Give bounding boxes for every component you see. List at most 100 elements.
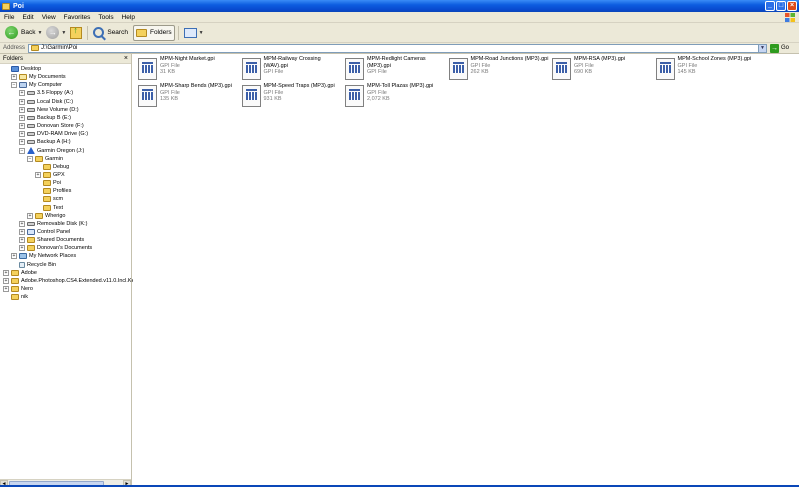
back-label: Back — [21, 29, 36, 36]
tree-node[interactable]: + Adobe.Photoshop.CS4.Extended.v11.0.Incl… — [3, 277, 153, 285]
tree-node[interactable]: + Shared Documents — [19, 236, 84, 244]
folder-icon — [31, 45, 40, 51]
chevron-down-icon[interactable]: ▼ — [199, 30, 204, 36]
tree-node[interactable]: Recycle Bin — [11, 261, 56, 269]
tree-node[interactable]: + Adobe — [3, 269, 37, 277]
file-meta: MPM-RSA (MP3).gpi GPI File 690 KB — [574, 56, 625, 82]
minimize-button[interactable]: _ — [765, 1, 775, 11]
recycle-bin-icon — [19, 261, 25, 268]
menu-help[interactable]: Help — [118, 14, 139, 21]
drive-icon — [27, 221, 35, 226]
tree-node[interactable]: + Donovan Store (F:) — [19, 122, 84, 130]
folders-pane-header: Folders × — [0, 54, 131, 64]
tree-node[interactable]: + Donovan's Documents — [19, 244, 92, 252]
close-icon[interactable]: × — [124, 55, 128, 62]
menu-edit[interactable]: Edit — [18, 14, 37, 21]
file-item[interactable]: MPM-Night Market.gpi GPI File 31 KB — [138, 56, 240, 82]
tree-node[interactable]: + Removable Disk (K:) — [19, 220, 87, 228]
expand-icon[interactable]: + — [19, 220, 25, 227]
tree-node[interactable]: + Backup A (H:) — [19, 138, 71, 146]
tree-node[interactable]: Debug — [35, 163, 69, 171]
folders-button[interactable]: Folders — [132, 24, 175, 41]
expand-icon[interactable]: + — [3, 286, 9, 293]
expand-icon[interactable]: + — [3, 277, 9, 284]
tree-node-label: Desktop — [21, 66, 42, 72]
menu-favorites[interactable]: Favorites — [60, 14, 95, 21]
tree-node[interactable]: Desktop — [3, 65, 41, 73]
chevron-down-icon[interactable]: ▼ — [758, 44, 767, 52]
menu-view[interactable]: View — [38, 14, 60, 21]
tree-node-label: Donovan Store (F:) — [37, 123, 84, 130]
network-icon — [19, 253, 27, 260]
expand-icon[interactable]: + — [27, 212, 33, 219]
tree-node[interactable]: − Garmin — [27, 155, 63, 163]
collapse-icon[interactable]: − — [11, 82, 17, 89]
chevron-down-icon[interactable]: ▼ — [61, 30, 66, 36]
menu-file[interactable]: File — [0, 14, 18, 21]
expand-icon[interactable]: + — [11, 253, 17, 260]
file-item[interactable]: MPM-School Zones (MP3).gpi GPI File 145 KB — [655, 56, 758, 82]
close-button[interactable]: × — [787, 1, 797, 11]
tree-node[interactable]: + New Volume (D:) — [19, 106, 79, 114]
file-item[interactable]: MPM-Speed Traps (MP3).gpi GPI File 931 KB — [241, 83, 344, 109]
tree-node[interactable]: + Control Panel — [19, 228, 70, 236]
up-folder-button[interactable] — [68, 25, 84, 41]
drive-icon — [27, 99, 35, 104]
tree-node[interactable]: Profiles — [35, 187, 71, 195]
tree-node-label: My Network Places — [29, 253, 77, 260]
go-button[interactable]: → Go — [770, 43, 789, 53]
maximize-button[interactable]: □ — [776, 1, 786, 11]
menu-tools[interactable]: Tools — [94, 14, 117, 21]
tree-node[interactable]: + Nero — [3, 285, 33, 293]
tree-node[interactable]: − Garmin Oregon (J:) — [19, 147, 84, 155]
views-button[interactable]: ▼ — [182, 25, 206, 41]
tree-node[interactable]: + Backup B (E:) — [19, 114, 71, 122]
expand-icon[interactable]: + — [19, 131, 25, 138]
tree-spacer — [35, 204, 41, 211]
back-button[interactable]: ← Back ▼ — [3, 25, 44, 41]
tree-node[interactable]: Text — [35, 204, 63, 212]
tree-node[interactable]: nik — [3, 293, 28, 301]
expand-icon[interactable]: + — [35, 171, 41, 178]
expand-icon[interactable]: + — [19, 245, 25, 252]
expand-icon[interactable]: + — [19, 123, 25, 130]
expand-icon[interactable]: + — [19, 106, 25, 113]
file-item[interactable]: MPM-Redlight Cameras (MP3).gpi GPI File — [345, 56, 447, 82]
expand-icon[interactable]: + — [19, 229, 25, 235]
tree-node[interactable]: − My Computer — [11, 81, 62, 89]
tree-node[interactable]: Poi — [35, 179, 61, 187]
tree-node[interactable]: + DVD-RAM Drive (G:) — [19, 130, 88, 138]
expand-icon[interactable]: + — [19, 90, 25, 97]
control-panel-icon — [27, 229, 35, 235]
file-item[interactable]: MPM-Road Junctions (MP3).gpi GPI File 262 … — [448, 56, 551, 82]
expand-icon[interactable]: + — [19, 237, 25, 244]
tree-node[interactable]: + Wherigo — [27, 212, 65, 220]
tree-spacer — [3, 66, 9, 72]
tree-node[interactable]: + GPX — [35, 171, 65, 179]
file-item[interactable]: MPM-Sharp Bends (MP3).gpi GPI File 135 KB — [138, 83, 240, 109]
expand-icon[interactable]: + — [19, 139, 25, 146]
expand-icon[interactable]: + — [19, 114, 25, 121]
file-item[interactable]: MPM-Railway Crossing (WAV).gpi GPI File — [241, 56, 344, 82]
tree-node[interactable]: + My Documents — [11, 73, 66, 81]
chevron-down-icon[interactable]: ▼ — [37, 30, 42, 36]
search-button[interactable]: Search — [91, 25, 130, 41]
tree-node[interactable]: + Local Disk (C:) — [19, 98, 73, 106]
tree-node[interactable]: + My Network Places — [11, 252, 76, 260]
expand-icon[interactable]: + — [19, 98, 25, 105]
collapse-icon[interactable]: − — [19, 147, 25, 154]
folder-icon — [27, 237, 35, 244]
tree-node[interactable]: +3.5 Floppy (A:) — [19, 89, 73, 97]
tree-node[interactable]: scm — [35, 195, 63, 203]
folder-icon — [11, 286, 19, 293]
tree-node-label: Backup B (E:) — [37, 114, 71, 121]
forward-button[interactable]: → ▼ — [44, 25, 68, 41]
address-input[interactable]: J:\Garmin\Poi ▼ — [28, 43, 768, 53]
tree-node-label: Backup A (H:) — [37, 139, 71, 146]
expand-icon[interactable]: + — [3, 269, 9, 276]
collapse-icon[interactable]: − — [27, 155, 33, 162]
tree-spacer — [35, 196, 41, 203]
expand-icon[interactable]: + — [11, 74, 17, 81]
file-item[interactable]: MPM-RSA (MP3).gpi GPI File 690 KB — [552, 56, 654, 82]
file-item[interactable]: MPM-Toll Plazas (MP3).gpi GPI File 2,072 K… — [345, 83, 447, 109]
